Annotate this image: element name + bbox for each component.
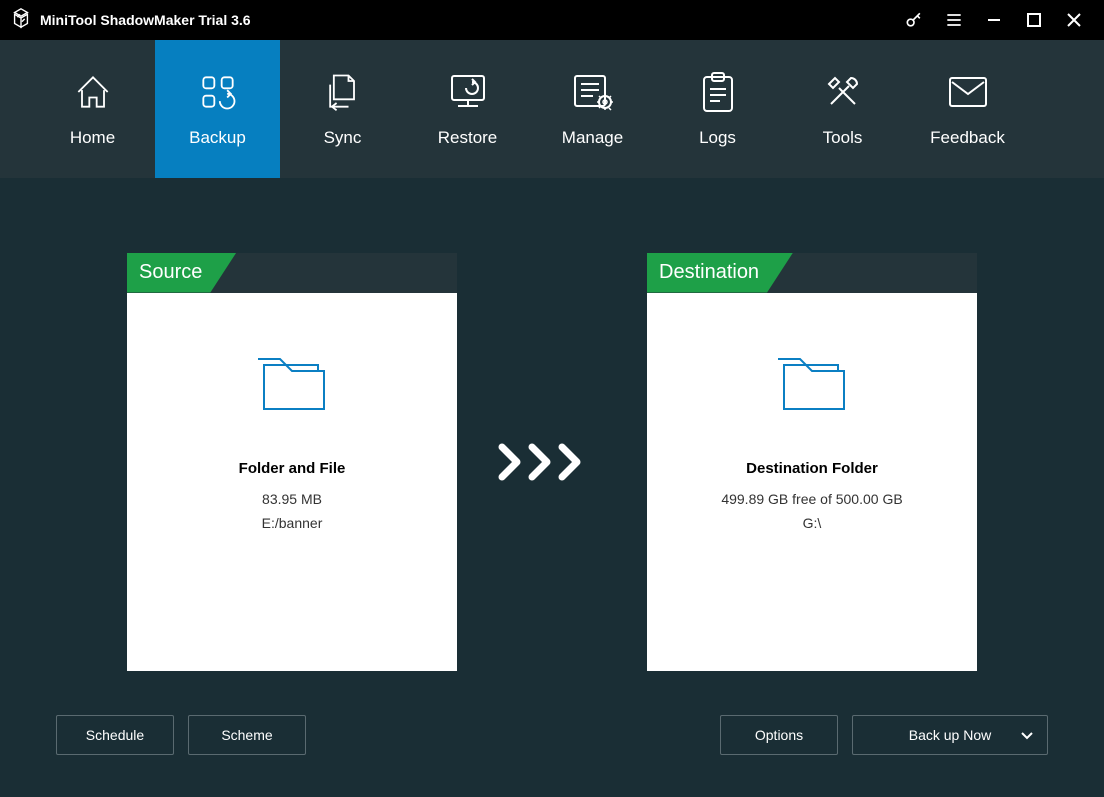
nav-logs[interactable]: Logs xyxy=(655,40,780,178)
source-card[interactable]: Source Folder and File 83.95 MB E:/banne… xyxy=(127,253,457,671)
nav-feedback-label: Feedback xyxy=(930,128,1005,148)
backup-icon xyxy=(196,70,240,114)
scheme-button[interactable]: Scheme xyxy=(188,715,306,755)
nav-restore[interactable]: Restore xyxy=(405,40,530,178)
nav-tools-label: Tools xyxy=(823,128,863,148)
key-icon xyxy=(904,10,924,30)
nav-home-label: Home xyxy=(70,128,115,148)
source-title: Folder and File xyxy=(239,460,346,477)
folder-icon xyxy=(250,347,334,422)
destination-card-body: Destination Folder 499.89 GB free of 500… xyxy=(647,293,977,539)
menu-icon xyxy=(944,10,964,30)
sync-icon xyxy=(323,70,363,114)
nav-feedback[interactable]: Feedback xyxy=(905,40,1030,178)
nav-backup[interactable]: Backup xyxy=(155,40,280,178)
backup-now-button-label: Back up Now xyxy=(909,727,991,743)
destination-card-header: Destination xyxy=(647,253,977,293)
navbar: Home Backup Sy xyxy=(0,40,1104,178)
source-size: 83.95 MB xyxy=(262,491,322,507)
key-icon-button[interactable] xyxy=(894,0,934,40)
nav-manage-label: Manage xyxy=(562,128,623,148)
destination-title: Destination Folder xyxy=(746,460,878,477)
folder-icon xyxy=(770,347,854,422)
minimize-button[interactable] xyxy=(974,0,1014,40)
home-icon xyxy=(71,70,115,114)
destination-path: G:\ xyxy=(803,515,822,531)
app-logo-icon xyxy=(10,7,32,34)
maximize-icon xyxy=(1027,13,1041,27)
source-banner: Source xyxy=(127,253,236,293)
backup-now-button[interactable]: Back up Now xyxy=(852,715,1048,755)
nav-logs-label: Logs xyxy=(699,128,736,148)
titlebar: MiniTool ShadowMaker Trial 3.6 xyxy=(0,0,1104,40)
destination-banner: Destination xyxy=(647,253,793,293)
manage-icon xyxy=(569,70,617,114)
nav-sync[interactable]: Sync xyxy=(280,40,405,178)
menu-button[interactable] xyxy=(934,0,974,40)
options-button[interactable]: Options xyxy=(720,715,838,755)
minimize-icon xyxy=(986,12,1002,28)
maximize-button[interactable] xyxy=(1014,0,1054,40)
source-path: E:/banner xyxy=(262,515,323,531)
arrows-icon xyxy=(497,442,607,482)
nav-tools[interactable]: Tools xyxy=(780,40,905,178)
restore-icon xyxy=(444,70,492,114)
options-button-label: Options xyxy=(755,727,803,743)
nav-backup-label: Backup xyxy=(189,128,246,148)
destination-free: 499.89 GB free of 500.00 GB xyxy=(721,491,902,507)
content-area: Source Folder and File 83.95 MB E:/banne… xyxy=(0,178,1104,797)
nav-manage[interactable]: Manage xyxy=(530,40,655,178)
feedback-icon xyxy=(946,70,990,114)
app-window: MiniTool ShadowMaker Trial 3.6 xyxy=(0,0,1104,797)
footer: Schedule Scheme Options Back up Now xyxy=(0,715,1104,797)
logs-icon xyxy=(698,70,738,114)
cards-row: Source Folder and File 83.95 MB E:/banne… xyxy=(0,178,1104,715)
close-button[interactable] xyxy=(1054,0,1094,40)
destination-card[interactable]: Destination Destination Folder 499.89 GB… xyxy=(647,253,977,671)
source-card-body: Folder and File 83.95 MB E:/banner xyxy=(127,293,457,539)
tools-icon xyxy=(821,70,865,114)
nav-home[interactable]: Home xyxy=(30,40,155,178)
app-title: MiniTool ShadowMaker Trial 3.6 xyxy=(40,12,251,28)
schedule-button[interactable]: Schedule xyxy=(56,715,174,755)
scheme-button-label: Scheme xyxy=(221,727,272,743)
schedule-button-label: Schedule xyxy=(86,727,144,743)
source-card-header: Source xyxy=(127,253,457,293)
close-icon xyxy=(1066,12,1082,28)
nav-sync-label: Sync xyxy=(324,128,362,148)
chevron-down-icon xyxy=(1021,727,1033,743)
nav-restore-label: Restore xyxy=(438,128,498,148)
